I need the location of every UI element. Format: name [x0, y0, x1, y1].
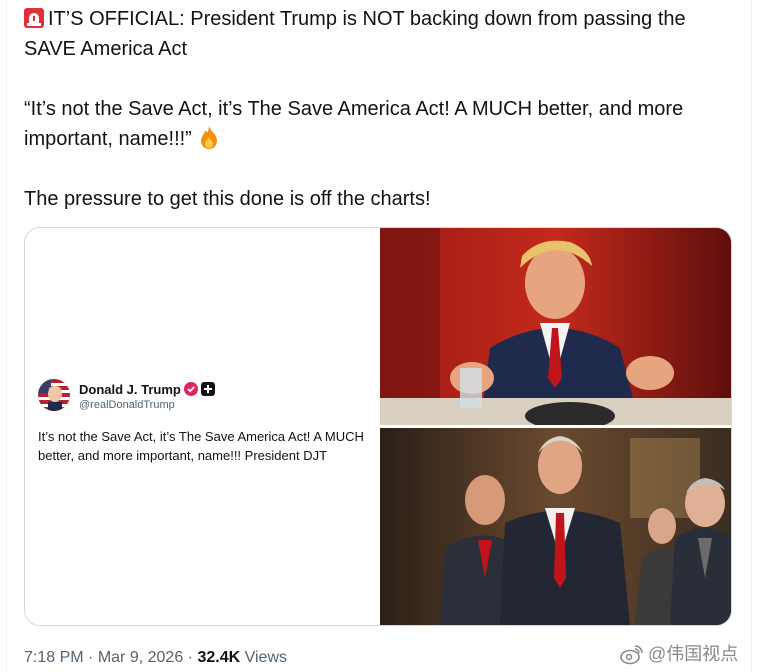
- rotating-light-icon: [24, 8, 44, 28]
- tweet-line-1: IT’S OFFICIAL: President Trump is NOT ba…: [24, 8, 686, 60]
- quoted-post-text: It’s not the Save Act, it’s The Save Ame…: [38, 429, 364, 463]
- avatar: [38, 379, 70, 411]
- quoted-post-image[interactable]: Donald J. Trump @realDonaldTrump It’s no…: [25, 228, 379, 625]
- weibo-logo-icon: [620, 645, 643, 665]
- quoted-author-handle: @realDonaldTrump: [79, 399, 175, 411]
- tweet-time[interactable]: 7:18 PM: [24, 649, 84, 666]
- tweet-paragraph-1: IT’S OFFICIAL: President Trump is NOT ba…: [24, 4, 724, 64]
- tweet-paragraph-3: The pressure to get this done is off the…: [24, 184, 724, 214]
- views-count: 32.4K: [197, 649, 241, 666]
- tweet-paragraph-2: “It’s not the Save Act, it’s The Save Am…: [24, 94, 724, 154]
- watermark: @伟国视点: [620, 640, 750, 666]
- fire-icon: [200, 126, 217, 149]
- verified-badge-icon: [183, 382, 198, 396]
- photo-bottom[interactable]: [380, 428, 731, 625]
- meta-separator: ·: [88, 649, 94, 666]
- tweet-line-2: “It’s not the Save Act, it’s The Save Am…: [24, 98, 684, 150]
- plus-badge-icon: [200, 382, 215, 396]
- tweet-body: IT’S OFFICIAL: President Trump is NOT ba…: [24, 4, 724, 214]
- views-label: Views: [244, 649, 287, 666]
- meta-separator-2: ·: [187, 649, 193, 666]
- watermark-text: @伟国视点: [648, 644, 739, 664]
- media-grid[interactable]: Donald J. Trump @realDonaldTrump It’s no…: [24, 227, 732, 626]
- photo-top[interactable]: [380, 228, 731, 425]
- tweet-meta: 7:18 PM · Mar 9, 2026 · 32.4K Views: [24, 649, 287, 667]
- tweet-line-3: The pressure to get this done is off the…: [24, 188, 431, 210]
- tweet-date[interactable]: Mar 9, 2026: [98, 649, 183, 666]
- quoted-author-name-text: Donald J. Trump: [79, 382, 181, 397]
- quoted-author-name: Donald J. Trump: [79, 382, 215, 397]
